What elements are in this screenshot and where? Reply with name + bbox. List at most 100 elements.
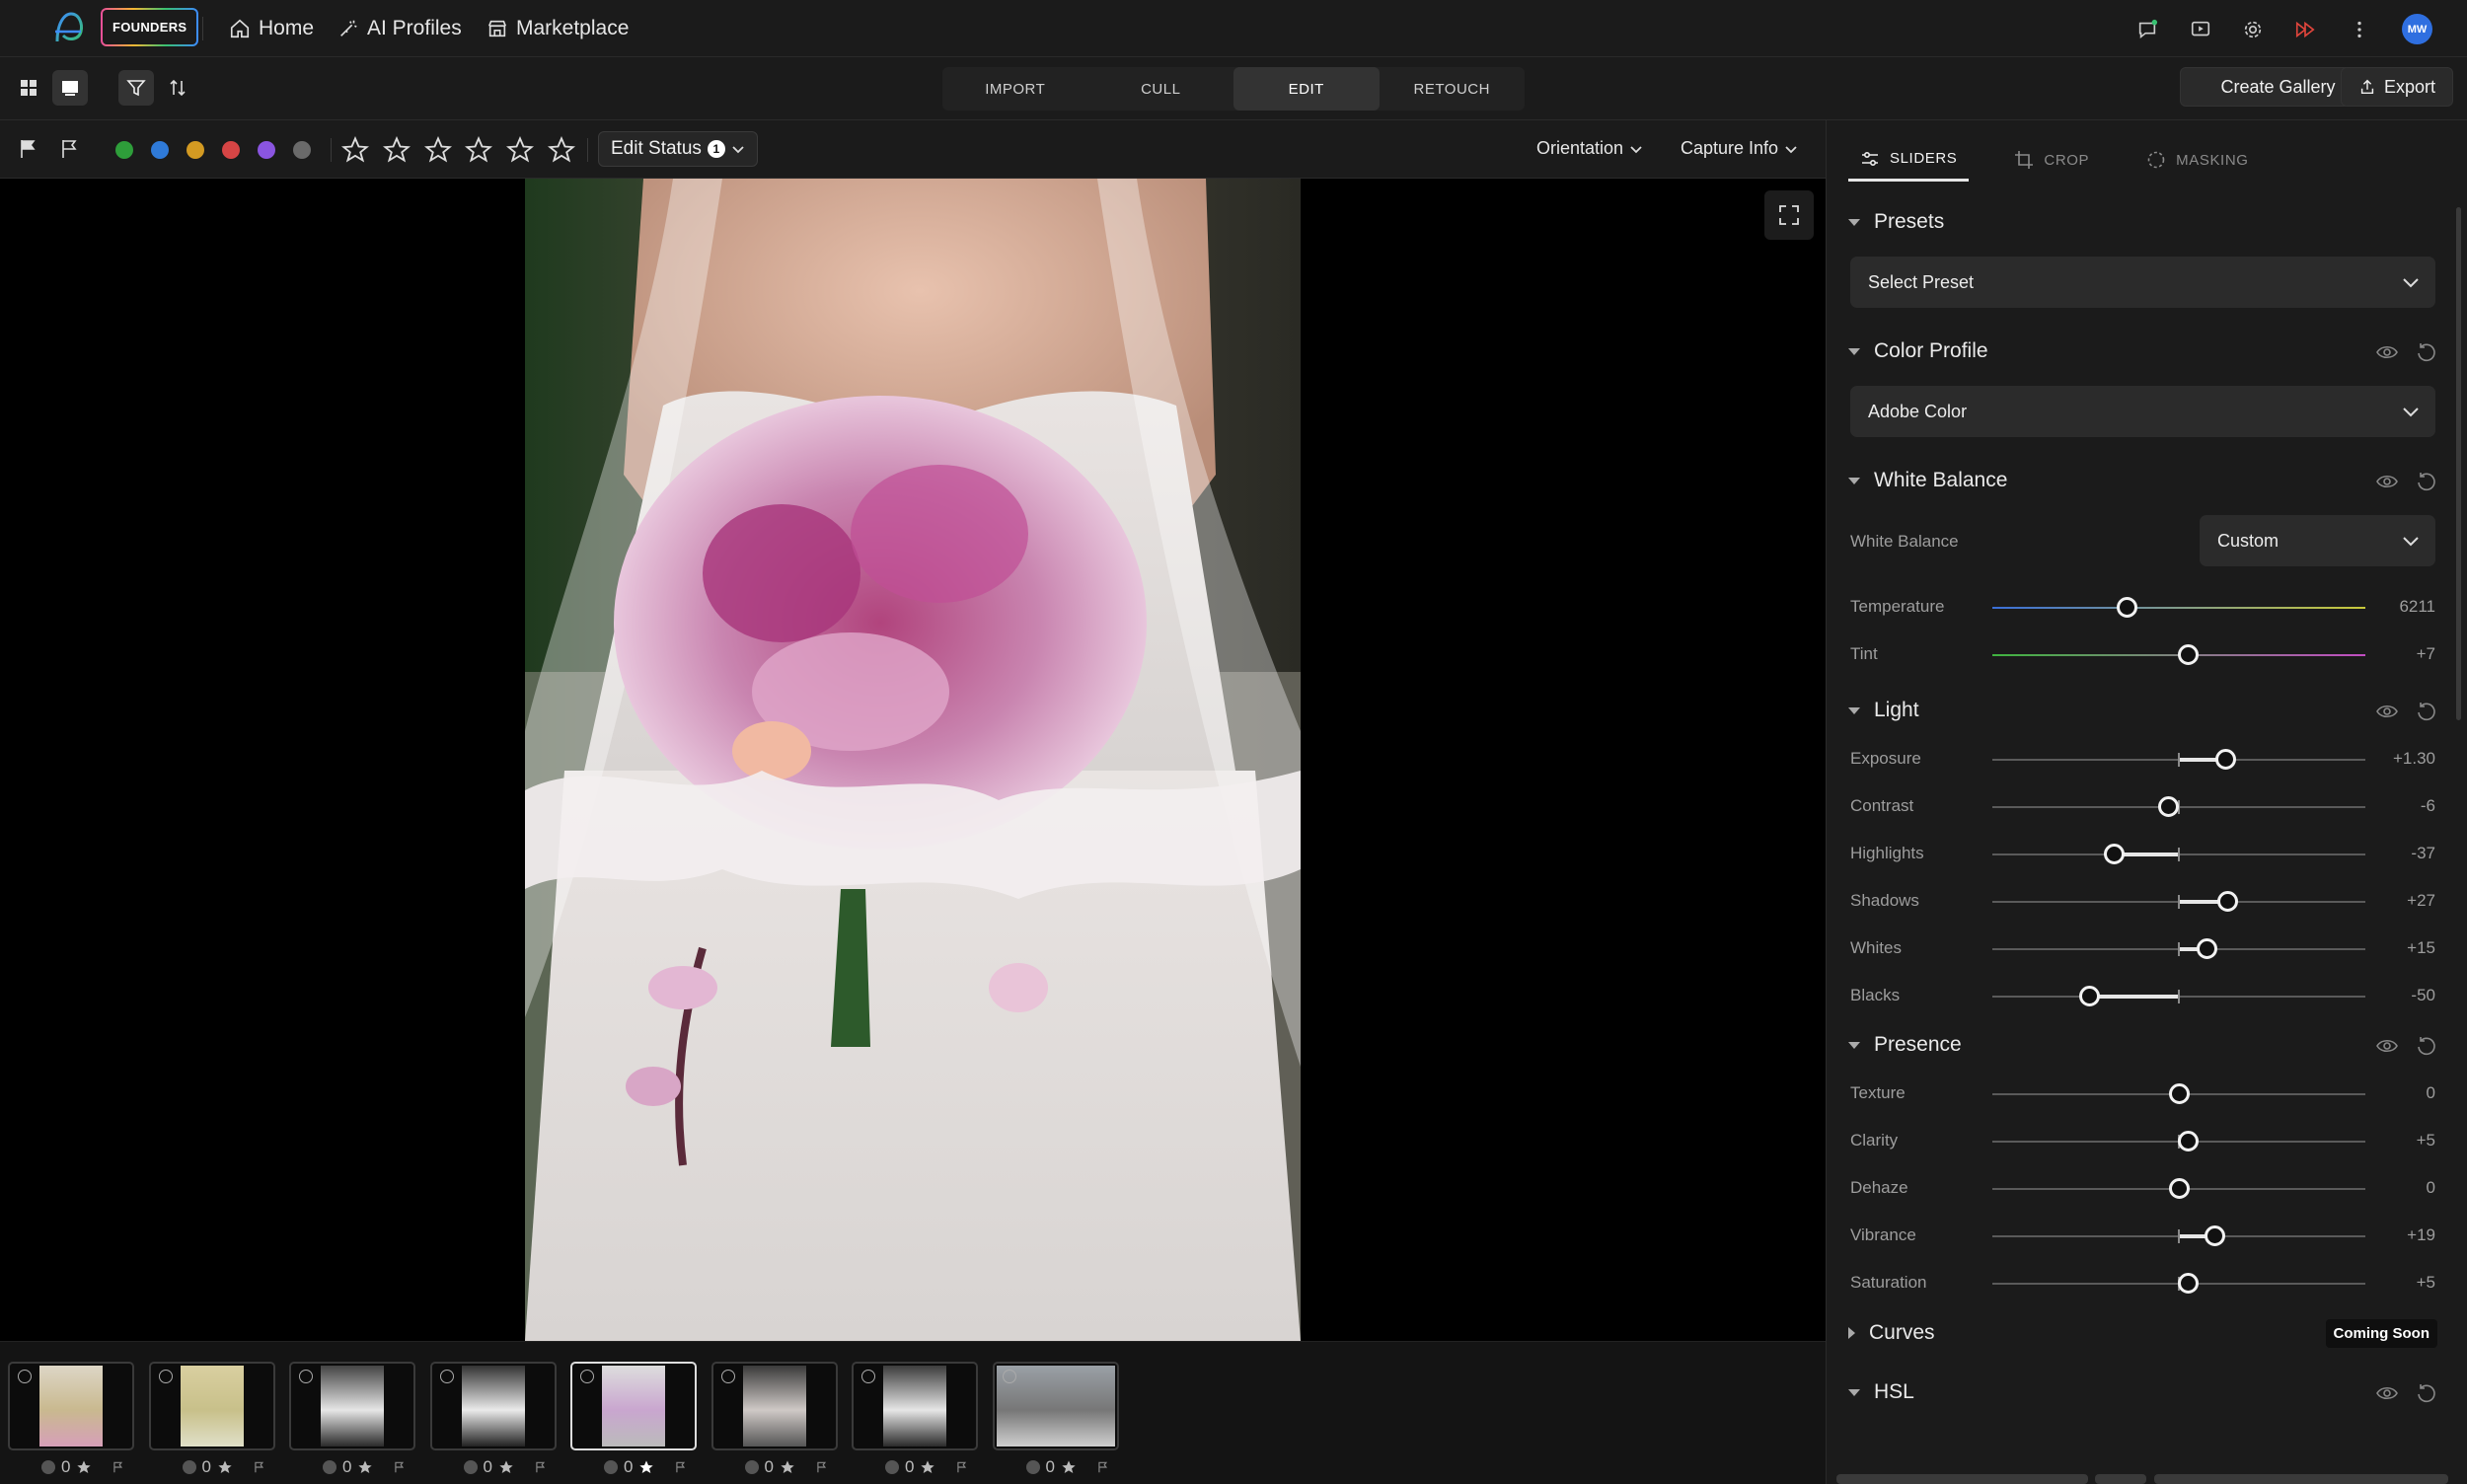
color-label-dot[interactable]	[182, 1460, 196, 1474]
star-icon[interactable]	[498, 1459, 514, 1475]
slider-knob[interactable]	[2204, 1225, 2225, 1246]
slider-knob[interactable]	[2178, 644, 2200, 665]
nav-ai-profiles[interactable]: AI Profiles	[337, 16, 462, 41]
wb-mode-select[interactable]: Custom	[2200, 515, 2435, 566]
tab-sliders[interactable]: SLIDERS	[1848, 138, 1970, 182]
star-icon[interactable]	[217, 1459, 233, 1475]
filmstrip-thumbnail[interactable]	[8, 1362, 134, 1450]
preset-select[interactable]: Select Preset	[1850, 257, 2435, 308]
vibrance-slider[interactable]	[1992, 1225, 2365, 1247]
bottom-action-button[interactable]	[2154, 1474, 2448, 1484]
slider-knob[interactable]	[2079, 986, 2101, 1006]
filmstrip-thumbnail[interactable]	[710, 1362, 838, 1450]
clarity-slider[interactable]	[1992, 1131, 2365, 1152]
reset-icon[interactable]	[2416, 1035, 2437, 1057]
tint-slider[interactable]	[1992, 644, 2365, 666]
grid-view-button[interactable]	[11, 70, 46, 106]
panel-scrollbar[interactable]	[2456, 207, 2461, 720]
bottom-action-button[interactable]	[2095, 1474, 2146, 1484]
comment-icon[interactable]	[299, 1370, 313, 1383]
star-icon[interactable]	[1061, 1459, 1077, 1475]
comment-icon[interactable]	[1002, 1370, 1016, 1383]
eye-icon[interactable]	[2376, 1035, 2398, 1057]
fullscreen-button[interactable]	[1764, 190, 1814, 240]
comment-icon[interactable]	[861, 1370, 875, 1383]
color-label-dot[interactable]	[323, 1460, 336, 1474]
flag-icon[interactable]	[253, 1460, 266, 1474]
eye-icon[interactable]	[2376, 1382, 2398, 1404]
star-filter-1-icon[interactable]	[341, 136, 369, 164]
exposure-slider[interactable]	[1992, 749, 2365, 771]
star-icon[interactable]	[357, 1459, 373, 1475]
main-photo[interactable]	[525, 179, 1301, 1341]
star-icon[interactable]	[920, 1459, 935, 1475]
fast-forward-button[interactable]	[2292, 17, 2318, 42]
highlights-slider[interactable]	[1992, 844, 2365, 865]
color-label-dot[interactable]	[463, 1460, 478, 1474]
flag-icon[interactable]	[112, 1460, 125, 1474]
color-label-dot[interactable]	[41, 1460, 55, 1474]
tab-cull[interactable]: CULL	[1088, 67, 1234, 111]
presence-section-header[interactable]: Presence	[1848, 1030, 1962, 1060]
tab-retouch[interactable]: RETOUCH	[1380, 67, 1526, 111]
reset-icon[interactable]	[2416, 701, 2437, 722]
filmstrip-thumbnail[interactable]	[992, 1362, 1119, 1450]
flag-icon[interactable]	[534, 1460, 548, 1474]
star-filter-4-icon[interactable]	[465, 136, 492, 164]
flag-icon[interactable]	[393, 1460, 407, 1474]
saturation-slider[interactable]	[1992, 1273, 2365, 1295]
filmstrip-thumbnail[interactable]	[570, 1362, 697, 1450]
comment-icon[interactable]	[439, 1370, 454, 1383]
blacks-slider[interactable]	[1992, 986, 2365, 1007]
flag-icon[interactable]	[815, 1460, 829, 1474]
whites-slider[interactable]	[1992, 938, 2365, 960]
color-profile-select[interactable]: Adobe Color	[1850, 386, 2435, 437]
bottom-action-button[interactable]	[1836, 1474, 2088, 1484]
slider-knob[interactable]	[2103, 844, 2125, 864]
slider-knob[interactable]	[2178, 1273, 2200, 1294]
edit-status-dropdown[interactable]: Edit Status 1	[598, 131, 758, 167]
star-icon[interactable]	[780, 1459, 795, 1475]
curves-section-header[interactable]: Curves	[1848, 1318, 1935, 1348]
star-icon[interactable]	[638, 1459, 654, 1475]
star-filter-5-icon[interactable]	[506, 136, 534, 164]
eye-icon[interactable]	[2376, 471, 2398, 492]
slider-knob[interactable]	[2117, 597, 2138, 618]
nav-home[interactable]: Home	[229, 16, 314, 41]
slider-knob[interactable]	[2169, 1178, 2190, 1199]
app-logo-icon[interactable]	[51, 10, 87, 45]
more-menu-button[interactable]	[2347, 17, 2372, 42]
filmstrip-thumbnail[interactable]	[852, 1362, 978, 1450]
reset-icon[interactable]	[2416, 1382, 2437, 1404]
color-label-dot[interactable]	[1025, 1460, 1040, 1474]
color-label-dot[interactable]	[604, 1460, 618, 1474]
contrast-slider[interactable]	[1992, 796, 2365, 818]
slider-knob[interactable]	[2169, 1083, 2190, 1104]
settings-button[interactable]	[2240, 17, 2266, 42]
comment-icon[interactable]	[158, 1370, 173, 1383]
temperature-slider[interactable]	[1992, 597, 2365, 619]
tab-crop[interactable]: CROP	[2002, 138, 2101, 182]
hsl-section-header[interactable]: HSL	[1848, 1377, 1914, 1407]
star-filter-6-icon[interactable]	[548, 136, 575, 164]
presets-section-header[interactable]: Presets	[1848, 207, 1944, 237]
white-balance-section-header[interactable]: White Balance	[1848, 466, 2007, 495]
reset-icon[interactable]	[2416, 341, 2437, 363]
flag-icon[interactable]	[674, 1460, 688, 1474]
capture-info-dropdown[interactable]: Capture Info	[1681, 138, 1798, 159]
flag-icon[interactable]	[955, 1460, 969, 1474]
eye-icon[interactable]	[2376, 341, 2398, 363]
filmstrip-thumbnail[interactable]	[289, 1362, 415, 1450]
nav-marketplace[interactable]: Marketplace	[486, 16, 629, 41]
eye-icon[interactable]	[2376, 701, 2398, 722]
founders-badge[interactable]: FOUNDERS	[101, 8, 198, 46]
comment-icon[interactable]	[18, 1370, 32, 1383]
texture-slider[interactable]	[1992, 1083, 2365, 1105]
flag-icon[interactable]	[1096, 1460, 1110, 1474]
filmstrip-thumbnail[interactable]	[148, 1362, 275, 1450]
color-label-dot[interactable]	[744, 1460, 759, 1474]
tab-import[interactable]: IMPORT	[942, 67, 1088, 111]
reset-icon[interactable]	[2416, 471, 2437, 492]
slideshow-button[interactable]	[2188, 17, 2213, 42]
single-view-button[interactable]	[52, 70, 88, 106]
